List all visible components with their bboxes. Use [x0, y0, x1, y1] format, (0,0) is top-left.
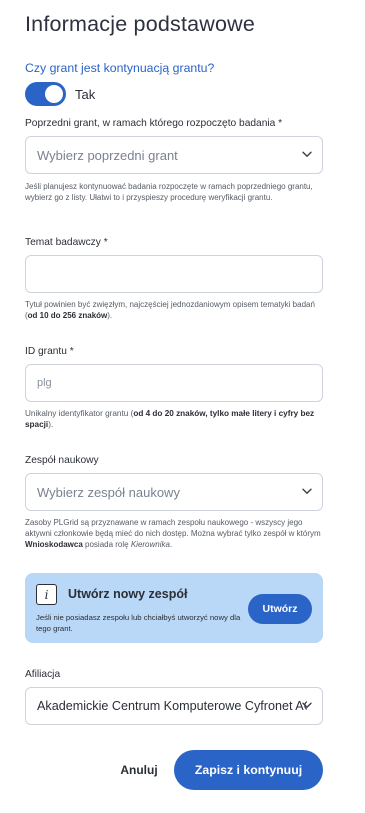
previous-grant-select[interactable]: Wybierz poprzedni grant: [25, 136, 323, 174]
affiliation-label: Afiliacja: [25, 669, 61, 680]
new-team-text: Jeśli nie posiadasz zespołu lub chciałby…: [36, 613, 241, 633]
affiliation-value: Akademickie Centrum Komputerowe Cyfronet…: [37, 699, 307, 713]
new-team-callout: i Utwórz nowy zespół Jeśli nie posiadasz…: [25, 573, 323, 643]
hint-text: .: [169, 540, 173, 549]
grant-form-page: Informacje podstawowe Czy grant jest kon…: [0, 0, 365, 813]
hint-italic: Kierownika: [130, 540, 170, 549]
hint-bold: Wnioskodawca: [25, 540, 83, 549]
new-team-title: Utwórz nowy zespół: [68, 587, 188, 601]
previous-grant-label: Poprzedni grant, w ramach którego rozpoc…: [25, 118, 283, 129]
continuation-toggle-label: Tak: [75, 86, 96, 102]
continuation-toggle[interactable]: [25, 82, 66, 106]
toggle-knob: [45, 85, 63, 103]
research-topic-label: Temat badawczy *: [25, 237, 108, 248]
previous-grant-hint: Jeśli planujesz kontynuować badania rozp…: [25, 182, 313, 202]
team-select[interactable]: Wybierz zespół naukowy: [25, 473, 323, 511]
hint-text: Zasoby PLGrid są przyznawane w ramach ze…: [25, 518, 321, 538]
grant-id-input[interactable]: [26, 365, 322, 401]
info-icon: i: [36, 584, 57, 605]
affiliation-select[interactable]: Akademickie Centrum Komputerowe Cyfronet…: [25, 687, 323, 725]
chevron-down-icon: [302, 488, 312, 494]
create-team-button[interactable]: Utwórz: [248, 594, 312, 624]
hint-text: ).: [48, 420, 54, 429]
continuation-toggle-row: Tak: [25, 82, 95, 106]
research-topic-hint: Tytuł powinien być zwięzłym, najczęściej…: [25, 299, 325, 321]
grant-id-label: ID grantu *: [25, 346, 74, 357]
research-topic-input[interactable]: [26, 256, 322, 292]
save-continue-button[interactable]: Zapisz i kontynuuj: [174, 750, 323, 790]
page-title: Informacje podstawowe: [25, 12, 256, 36]
chevron-down-icon: [302, 151, 312, 157]
hint-text: ).: [107, 311, 113, 320]
previous-grant-placeholder: Wybierz poprzedni grant: [37, 148, 178, 163]
continuation-question: Czy grant jest kontynuacją grantu?: [25, 61, 215, 75]
research-topic-field[interactable]: [25, 255, 323, 293]
hint-text: posiada rolę: [82, 540, 131, 549]
chevron-down-icon: [302, 702, 312, 708]
grant-id-hint: Unikalny identyfikator grantu (od 4 do 2…: [25, 408, 325, 430]
grant-id-field[interactable]: [25, 364, 323, 402]
team-hint: Zasoby PLGrid są przyznawane w ramach ze…: [25, 517, 325, 550]
cancel-button[interactable]: Anuluj: [110, 759, 168, 781]
team-placeholder: Wybierz zespół naukowy: [37, 485, 180, 500]
team-label: Zespół naukowy: [25, 455, 99, 466]
hint-bold: od 10 do 256 znaków: [27, 311, 108, 320]
hint-text: Unikalny identyfikator grantu (: [25, 409, 134, 418]
